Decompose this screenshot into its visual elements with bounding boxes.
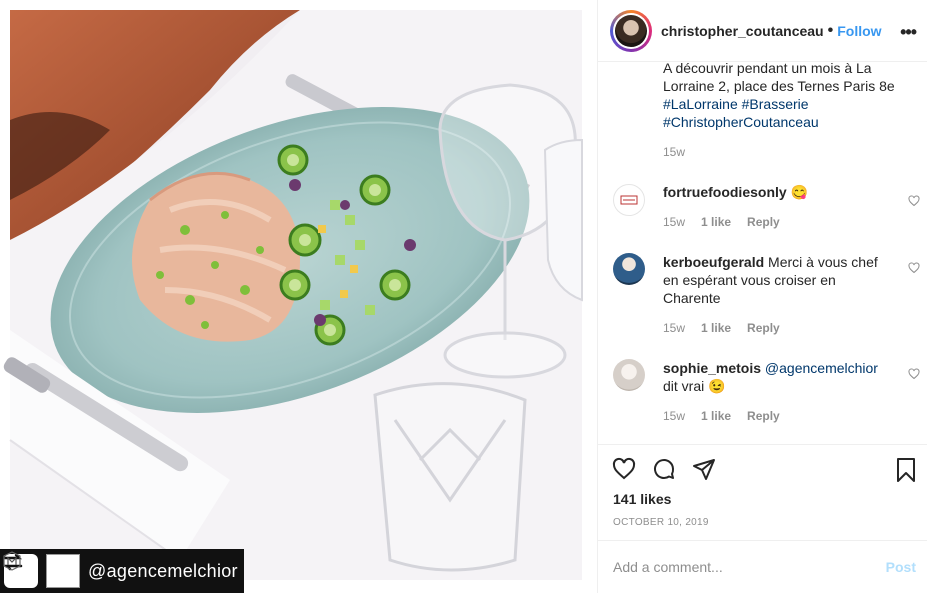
comment-likes[interactable]: 1 like bbox=[701, 409, 731, 423]
likes-count[interactable]: 141 likes bbox=[613, 491, 671, 507]
commenter-avatar[interactable] bbox=[613, 253, 645, 285]
add-comment-bar: Post bbox=[598, 540, 927, 593]
reply-button[interactable]: Reply bbox=[747, 321, 780, 335]
comment-likes[interactable]: 1 like bbox=[701, 215, 731, 229]
instagram-post-view: @agencemelchior christopher_coutanceau •… bbox=[0, 0, 927, 593]
repost-watermark: @agencemelchior bbox=[0, 549, 244, 593]
comment-username[interactable]: fortruefoodiesonly bbox=[663, 184, 787, 200]
hashtag-christophercoutanceau[interactable]: #ChristopherCoutanceau bbox=[663, 114, 819, 130]
follow-button[interactable]: Follow bbox=[837, 23, 881, 39]
like-comment-heart-icon[interactable] bbox=[908, 195, 920, 207]
post-comment-button[interactable]: Post bbox=[886, 559, 916, 575]
add-comment-input[interactable] bbox=[613, 559, 853, 575]
share-paper-plane-icon[interactable] bbox=[692, 457, 716, 481]
caption-timestamp[interactable]: 15w bbox=[663, 145, 685, 159]
comment-time[interactable]: 15w bbox=[663, 321, 685, 335]
post-date[interactable]: OCTOBER 10, 2019 bbox=[613, 517, 709, 528]
hashtag-lalorraine[interactable]: #LaLorraine bbox=[663, 96, 738, 112]
post-photo[interactable]: @agencemelchior bbox=[0, 0, 597, 593]
caption-text: A découvrir pendant un mois à La Lorrain… bbox=[663, 63, 913, 131]
food-photo-illustration bbox=[3, 10, 583, 580]
post-actions: 141 likes OCTOBER 10, 2019 bbox=[598, 444, 927, 540]
like-comment-heart-icon[interactable] bbox=[908, 262, 920, 274]
caption-body: A découvrir pendant un mois à La Lorrain… bbox=[663, 63, 895, 94]
comment-username[interactable]: kerboeufgerald bbox=[663, 254, 764, 270]
reply-button[interactable]: Reply bbox=[747, 409, 780, 423]
commenter-avatar[interactable] bbox=[613, 184, 645, 216]
post-side-panel: christopher_coutanceau • Follow ••• A dé… bbox=[597, 0, 927, 593]
comment-username[interactable]: sophie_metois bbox=[663, 360, 761, 376]
comment-mention[interactable]: @agencemelchior bbox=[765, 360, 878, 376]
reply-button[interactable]: Reply bbox=[747, 215, 780, 229]
comment-time[interactable]: 15w bbox=[663, 215, 685, 229]
comment-time[interactable]: 15w bbox=[663, 409, 685, 423]
author-avatar[interactable] bbox=[610, 9, 652, 52]
comment-likes[interactable]: 1 like bbox=[701, 321, 731, 335]
post-header: christopher_coutanceau • Follow ••• bbox=[598, 0, 927, 62]
comment-text: dit vrai 😉 bbox=[663, 378, 726, 394]
author-username[interactable]: christopher_coutanceau bbox=[661, 23, 824, 39]
comment-text: 😋 bbox=[790, 184, 808, 200]
like-comment-heart-icon[interactable] bbox=[908, 368, 920, 380]
more-options-icon[interactable]: ••• bbox=[900, 22, 917, 43]
comment-bubble-icon[interactable] bbox=[652, 457, 676, 481]
repost-handle: @agencemelchior bbox=[88, 560, 238, 581]
commenter-avatar[interactable] bbox=[613, 359, 645, 391]
bookmark-icon[interactable] bbox=[894, 457, 918, 483]
agency-logo-icon bbox=[3, 551, 80, 588]
comments-list[interactable]: A découvrir pendant un mois à La Lorrain… bbox=[598, 63, 927, 443]
hashtag-brasserie[interactable]: #Brasserie bbox=[742, 96, 809, 112]
separator-dot: • bbox=[827, 21, 834, 39]
like-heart-icon[interactable] bbox=[612, 457, 636, 481]
